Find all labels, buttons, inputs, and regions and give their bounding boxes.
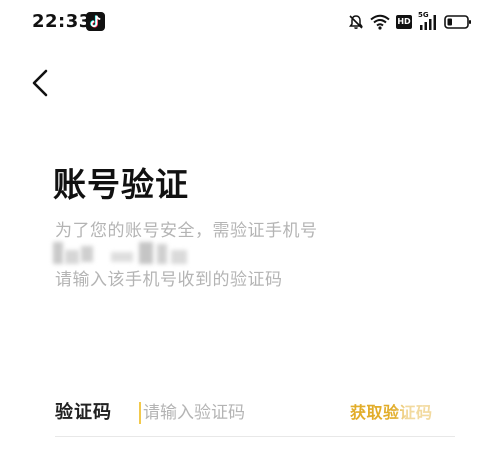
page-title: 账号验证: [53, 165, 189, 204]
code-input[interactable]: [143, 398, 343, 428]
back-button[interactable]: [22, 63, 58, 103]
verification-code-row: 验证码 获取验证码: [55, 394, 460, 437]
chevron-left-icon: [32, 69, 48, 97]
text-cursor: [139, 402, 141, 424]
status-bar: 22:33 HD 5G: [0, 0, 500, 44]
signal-icon: 5G: [418, 11, 438, 31]
hd-icon: HD: [396, 15, 412, 29]
status-time: 22:33: [32, 11, 92, 32]
status-icons: HD 5G: [342, 11, 472, 32]
code-label: 验证码: [55, 402, 112, 423]
watermark-overlay: [400, 396, 460, 428]
mute-bell-icon: [349, 15, 363, 29]
masked-phone-number: [53, 240, 193, 270]
enter-code-hint-text: 请输入该手机号收到的验证码: [55, 270, 283, 290]
tiktok-icon: [86, 12, 105, 31]
wifi-icon: [370, 14, 390, 30]
row-divider: [55, 436, 455, 437]
battery-icon: [444, 15, 471, 29]
